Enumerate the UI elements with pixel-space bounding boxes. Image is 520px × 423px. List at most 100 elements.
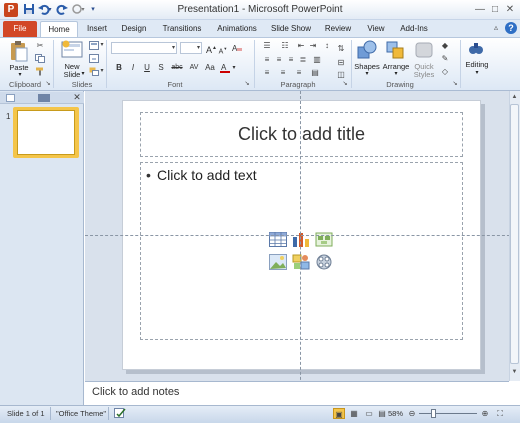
grow-font-icon[interactable]: A▲: [206, 43, 217, 55]
shape-outline-icon[interactable]: ✎: [440, 54, 450, 63]
line-spacing-icon[interactable]: ↕: [322, 41, 332, 50]
align-text-icon[interactable]: ⊟: [336, 58, 346, 67]
close-pane-icon[interactable]: ✕: [72, 92, 82, 102]
increase-indent-icon[interactable]: ⇥: [308, 41, 318, 50]
slide-thumbnail[interactable]: [17, 110, 75, 155]
editing-dropdown-icon[interactable]: ▾: [474, 69, 480, 76]
change-case-icon[interactable]: Aa: [204, 63, 216, 73]
quick-styles-label-2[interactable]: Styles: [410, 70, 438, 79]
content-placeholder-text[interactable]: Click to add text: [157, 167, 257, 183]
justify-icon[interactable]: ≣: [298, 55, 308, 64]
text-direction-icon[interactable]: ⇅: [336, 44, 346, 53]
clear-formatting-icon[interactable]: A: [232, 43, 242, 53]
scroll-down-icon[interactable]: ▼: [510, 367, 519, 377]
slide-sorter-icon[interactable]: ▦: [348, 408, 360, 419]
repeat-dropdown-icon[interactable]: ▾: [80, 3, 86, 17]
powerpoint-app-icon[interactable]: P: [4, 3, 18, 17]
strikethrough-button[interactable]: abc: [170, 63, 184, 73]
zoom-slider-track[interactable]: [419, 413, 477, 414]
tab-home[interactable]: Home: [40, 21, 78, 37]
insert-chart-icon[interactable]: [292, 231, 310, 249]
convert-smartart-icon[interactable]: ◫: [336, 70, 346, 79]
spelling-check-icon[interactable]: [114, 408, 126, 419]
maximize-button[interactable]: □: [488, 3, 502, 16]
align-right-icon[interactable]: ≡: [286, 55, 296, 64]
tab-animations[interactable]: Animations: [214, 21, 260, 37]
right-2-icon[interactable]: ≡: [294, 68, 304, 77]
paste-dropdown-icon[interactable]: ▾: [16, 71, 24, 78]
align-center-icon[interactable]: ≡: [274, 55, 284, 64]
scroll-thumb[interactable]: [510, 104, 519, 364]
new-slide-icon[interactable]: [61, 40, 83, 62]
help-icon[interactable]: ?: [505, 22, 517, 34]
paragraph-launcher-icon[interactable]: ↘: [342, 80, 348, 89]
tab-review[interactable]: Review: [322, 21, 354, 37]
notes-placeholder-text[interactable]: Click to add notes: [92, 386, 179, 398]
decrease-indent-icon[interactable]: ⇤: [296, 41, 306, 50]
normal-view-icon[interactable]: ▣: [333, 408, 345, 419]
minimize-ribbon-icon[interactable]: ▵: [490, 22, 502, 34]
section-icon[interactable]: [89, 67, 99, 76]
font-color-icon[interactable]: A: [220, 63, 230, 73]
arrange-icon[interactable]: [385, 40, 405, 62]
scroll-up-icon[interactable]: ▲: [510, 92, 519, 102]
tab-transitions[interactable]: Transitions: [160, 21, 204, 37]
undo-dropdown-icon[interactable]: ▾: [47, 3, 53, 17]
shapes-icon[interactable]: [357, 40, 377, 62]
underline-button[interactable]: U: [142, 63, 152, 73]
numbering-icon[interactable]: ☷: [280, 41, 290, 50]
format-painter-icon[interactable]: [35, 67, 45, 76]
align-left-icon[interactable]: ≡: [262, 55, 272, 64]
vertical-guide[interactable]: [300, 91, 301, 405]
redo-icon[interactable]: [55, 3, 69, 17]
save-icon[interactable]: [22, 3, 36, 17]
content-placeholder[interactable]: [140, 162, 463, 340]
font-color-dropdown-icon[interactable]: ▾: [231, 63, 237, 73]
reset-slide-icon[interactable]: [89, 54, 99, 63]
editing-binoculars-icon[interactable]: [468, 40, 484, 58]
arrange-dropdown-icon[interactable]: ▾: [393, 70, 399, 77]
tab-file[interactable]: File: [3, 21, 37, 37]
layout-dropdown-icon[interactable]: ▾: [99, 41, 105, 50]
clipboard-launcher-icon[interactable]: ↘: [45, 80, 51, 89]
italic-button[interactable]: I: [128, 63, 138, 73]
shadow-button[interactable]: S: [156, 63, 166, 73]
insert-media-icon[interactable]: [315, 254, 333, 272]
paste-icon[interactable]: [9, 40, 29, 64]
align-left-2-icon[interactable]: ≡: [262, 68, 272, 77]
zoom-in-icon[interactable]: ⊕: [479, 408, 491, 419]
tab-slide-show[interactable]: Slide Show: [270, 21, 312, 37]
close-button[interactable]: ✕: [503, 3, 517, 16]
character-spacing-icon[interactable]: AV: [188, 63, 200, 73]
slides-tab-icon[interactable]: [6, 94, 15, 102]
tab-design[interactable]: Design: [118, 21, 150, 37]
outline-tab-icon[interactable]: [38, 94, 50, 102]
bullets-icon[interactable]: ☰: [262, 41, 272, 50]
font-size-combo[interactable]: ▾: [180, 42, 202, 54]
columns-icon[interactable]: ▥: [312, 55, 322, 64]
zoom-level[interactable]: 58%: [385, 409, 403, 418]
new-slide-dropdown-icon[interactable]: ▾: [80, 70, 86, 77]
font-name-combo[interactable]: ▾: [111, 42, 177, 54]
editing-button[interactable]: Editing: [462, 60, 492, 69]
zoom-out-icon[interactable]: ⊖: [406, 408, 418, 419]
shape-fill-icon[interactable]: ◆: [440, 41, 450, 50]
shape-effects-icon[interactable]: ◇: [440, 67, 450, 76]
horizontal-guide[interactable]: [85, 235, 520, 236]
tab-insert[interactable]: Insert: [82, 21, 112, 37]
zoom-slider-thumb[interactable]: [431, 409, 436, 418]
shapes-dropdown-icon[interactable]: ▾: [364, 70, 370, 77]
quick-styles-icon[interactable]: [414, 40, 434, 62]
section-dropdown-icon[interactable]: ▾: [99, 67, 105, 76]
drawing-launcher-icon[interactable]: ↘: [452, 80, 458, 89]
insert-picture-icon[interactable]: [269, 254, 287, 272]
customize-quick-access-icon[interactable]: ▾: [89, 3, 97, 17]
insert-clip-art-icon[interactable]: [292, 254, 310, 272]
bold-button[interactable]: B: [114, 63, 124, 73]
tab-add-ins[interactable]: Add-Ins: [397, 21, 431, 37]
minimize-button[interactable]: —: [473, 3, 487, 16]
font-launcher-icon[interactable]: ↘: [244, 80, 250, 89]
tab-view[interactable]: View: [362, 21, 390, 37]
theme-name[interactable]: "Office Theme": [56, 409, 106, 418]
center-2-icon[interactable]: ≡: [278, 68, 288, 77]
